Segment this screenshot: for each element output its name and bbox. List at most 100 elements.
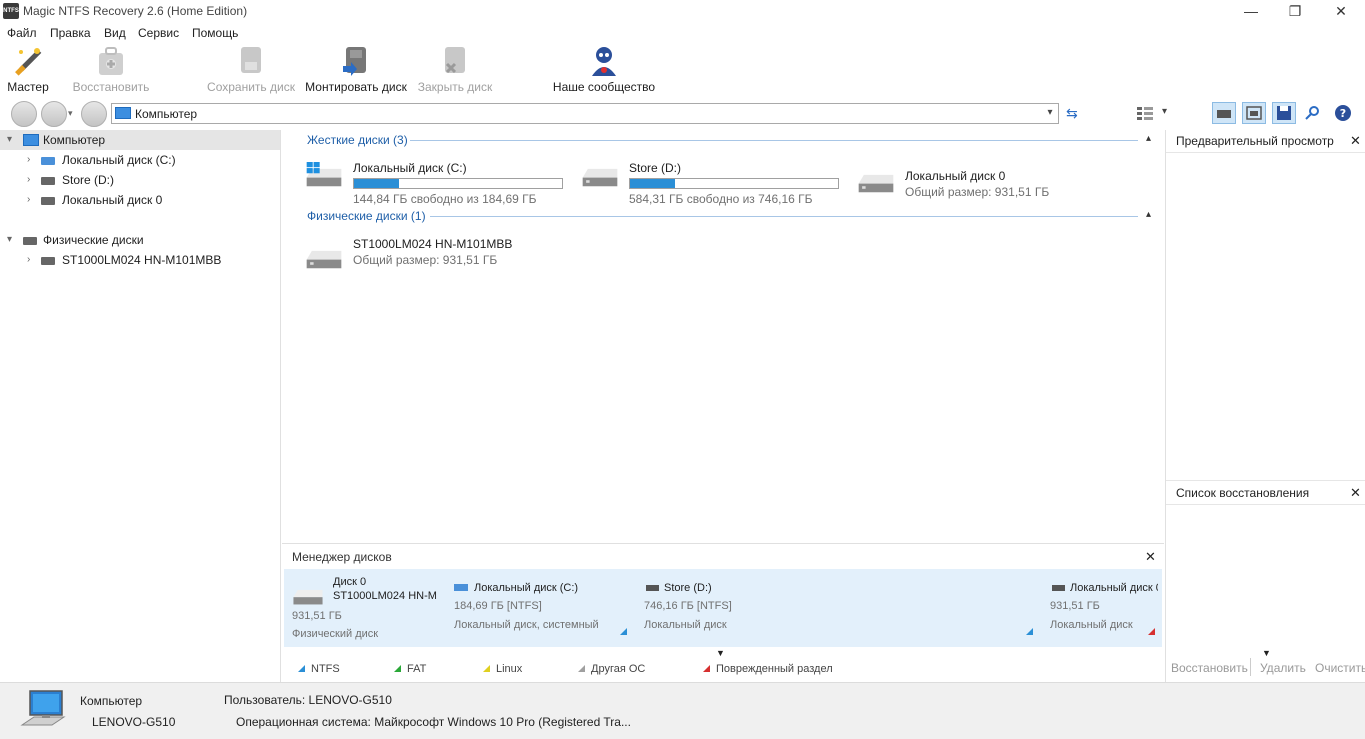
drive-info: 584,31 ГБ свободно из 746,16 ГБ bbox=[629, 192, 813, 206]
physical-disks-icon bbox=[23, 237, 37, 245]
legend-ntfs: NTFS bbox=[311, 663, 340, 675]
preview-title: Предварительный просмотр bbox=[1176, 134, 1334, 148]
status-bar: Компьютер LENOVO-G510 Пользователь: LENO… bbox=[0, 682, 1365, 739]
drive-item-d[interactable]: Store (D:) 584,31 ГБ свободно из 746,16 … bbox=[576, 158, 846, 206]
toggle-save-button[interactable] bbox=[1272, 102, 1296, 124]
tree-item-drive-0[interactable]: › Локальный диск 0 bbox=[0, 190, 280, 210]
save-disk-button[interactable]: Сохранить диск bbox=[206, 44, 296, 96]
other-os-legend-icon bbox=[578, 665, 585, 672]
group-divider bbox=[430, 216, 1138, 217]
forward-button[interactable] bbox=[41, 101, 67, 127]
close-icon[interactable]: ✕ bbox=[1350, 133, 1361, 149]
help-icon[interactable]: ? bbox=[1334, 104, 1352, 122]
disk-0-block[interactable]: Диск 0 ST1000LM024 HN-M101MBB 931,51 ГБ … bbox=[292, 576, 442, 642]
tree-item-st1000[interactable]: › ST1000LM024 HN-M101MBB bbox=[0, 250, 280, 270]
view-mode-icon[interactable] bbox=[1137, 106, 1153, 120]
drive-view-icon bbox=[1217, 110, 1231, 118]
restore-toolbar-label: Восстановить bbox=[72, 80, 150, 94]
ntfs-legend-icon bbox=[298, 665, 305, 672]
collapse-icon[interactable]: ▴ bbox=[1146, 209, 1151, 220]
computer-icon bbox=[115, 107, 131, 119]
tree-item-drive-c[interactable]: › Локальный диск (C:) bbox=[0, 150, 280, 170]
expand-arrow-icon[interactable]: › bbox=[27, 170, 30, 190]
drive-info: Общий размер: 931,51 ГБ bbox=[905, 185, 1050, 199]
free-space-bar bbox=[629, 178, 839, 189]
search-icon[interactable] bbox=[1305, 105, 1321, 121]
menu-service[interactable]: Сервис bbox=[138, 26, 179, 40]
partition-c[interactable]: Локальный диск (C:) 184,69 ГБ [NTFS] Лок… bbox=[454, 582, 632, 640]
address-dropdown-icon[interactable]: ▾ bbox=[1043, 104, 1057, 122]
collapse-icon[interactable]: ▴ bbox=[1146, 133, 1151, 144]
damaged-legend-icon bbox=[703, 665, 710, 672]
drive-icon bbox=[1052, 585, 1065, 591]
drive-icon bbox=[293, 589, 323, 605]
preview-icon bbox=[1246, 106, 1262, 120]
expand-arrow-icon[interactable]: ▾ bbox=[7, 130, 12, 150]
refresh-icon[interactable]: ⇆ bbox=[1066, 105, 1078, 122]
toggle-preview-button[interactable] bbox=[1242, 102, 1266, 124]
history-dropdown-icon[interactable]: ▾ bbox=[68, 108, 73, 119]
phys-group-title[interactable]: Физические диски (1) bbox=[307, 209, 426, 223]
expand-arrow-icon[interactable]: ▾ bbox=[7, 230, 12, 250]
menu-help[interactable]: Помощь bbox=[192, 26, 238, 40]
close-disk-button[interactable]: Закрыть диск bbox=[414, 44, 496, 96]
delete-button[interactable]: Удалить bbox=[1260, 661, 1306, 675]
divider bbox=[1166, 152, 1365, 153]
menu-file[interactable]: Файл bbox=[7, 26, 37, 40]
tree-label: Компьютер bbox=[43, 133, 106, 147]
app-icon: NTFS bbox=[3, 3, 19, 19]
up-button[interactable] bbox=[81, 101, 107, 127]
partition-size: 746,16 ГБ [NTFS] bbox=[644, 600, 732, 612]
community-icon bbox=[592, 47, 616, 76]
mount-disk-button[interactable]: Монтировать диск bbox=[304, 44, 408, 96]
linux-legend-icon bbox=[483, 665, 490, 672]
wizard-icon bbox=[15, 48, 42, 76]
expand-arrow-icon[interactable]: › bbox=[27, 150, 30, 170]
drive-item-st1000[interactable]: ST1000LM024 HN-M101MBB Общий размер: 931… bbox=[300, 234, 570, 278]
drive-icon bbox=[306, 250, 342, 269]
back-button[interactable] bbox=[11, 101, 37, 127]
close-icon[interactable]: ✕ bbox=[1145, 549, 1156, 565]
restore-button[interactable]: ❐ bbox=[1272, 0, 1318, 24]
drive-info: Общий размер: 931,51 ГБ bbox=[353, 253, 498, 267]
tree-item-physical[interactable]: ▾ Физические диски bbox=[0, 230, 280, 250]
save-disk-label: Сохранить диск bbox=[207, 80, 295, 94]
expand-arrow-icon[interactable]: › bbox=[27, 190, 30, 210]
splitter-arrow-icon[interactable]: ▼ bbox=[716, 648, 725, 658]
view-dropdown-icon[interactable]: ▾ bbox=[1162, 106, 1167, 117]
address-input[interactable] bbox=[111, 103, 1059, 124]
disk-model: ST1000LM024 HN-M101MBB bbox=[333, 590, 437, 602]
divider bbox=[1166, 480, 1365, 481]
close-disk-label: Закрыть диск bbox=[417, 80, 493, 94]
restore-toolbar-button[interactable]: Восстановить bbox=[70, 44, 152, 96]
partition-d[interactable]: Store (D:) 746,16 ГБ [NTFS] Локальный ди… bbox=[644, 582, 1036, 640]
computer-icon bbox=[23, 134, 39, 146]
drive-item-c[interactable]: Локальный диск (C:) 144,84 ГБ свободно и… bbox=[300, 158, 570, 206]
close-button[interactable]: ✕ bbox=[1318, 0, 1364, 24]
damaged-marker-icon bbox=[1148, 628, 1155, 635]
toggle-drives-button[interactable] bbox=[1212, 102, 1236, 124]
windows-drive-icon bbox=[306, 162, 342, 187]
mount-disk-icon bbox=[343, 47, 366, 76]
splitter-arrow-icon[interactable]: ▼ bbox=[1262, 648, 1271, 658]
tree-item-computer[interactable]: ▾ Компьютер bbox=[0, 130, 280, 150]
floppy-icon bbox=[1277, 106, 1291, 120]
clear-button[interactable]: Очистить bbox=[1315, 661, 1365, 675]
status-name: Компьютер bbox=[80, 694, 143, 708]
ntfs-marker-icon bbox=[620, 628, 627, 635]
community-button[interactable]: Наше сообщество bbox=[548, 44, 660, 96]
mount-disk-label: Монтировать диск bbox=[305, 80, 407, 94]
menu-edit[interactable]: Правка bbox=[50, 26, 91, 40]
minimize-button[interactable]: — bbox=[1228, 0, 1274, 24]
expand-arrow-icon[interactable]: › bbox=[27, 250, 30, 270]
partition-0[interactable]: Локальный диск 0 931,51 ГБ Локальный дис… bbox=[1050, 582, 1158, 640]
tree-item-drive-d[interactable]: › Store (D:) bbox=[0, 170, 280, 190]
fat-legend-icon bbox=[394, 665, 401, 672]
restore-list-button[interactable]: Восстановить bbox=[1171, 661, 1248, 675]
close-icon[interactable]: ✕ bbox=[1350, 485, 1361, 501]
group-divider bbox=[410, 140, 1138, 141]
drive-item-0[interactable]: Локальный диск 0 Общий размер: 931,51 ГБ bbox=[852, 158, 1122, 202]
master-button[interactable]: Мастер bbox=[4, 44, 52, 96]
menu-view[interactable]: Вид bbox=[104, 26, 126, 40]
hdd-group-title[interactable]: Жесткие диски (3) bbox=[307, 133, 408, 147]
